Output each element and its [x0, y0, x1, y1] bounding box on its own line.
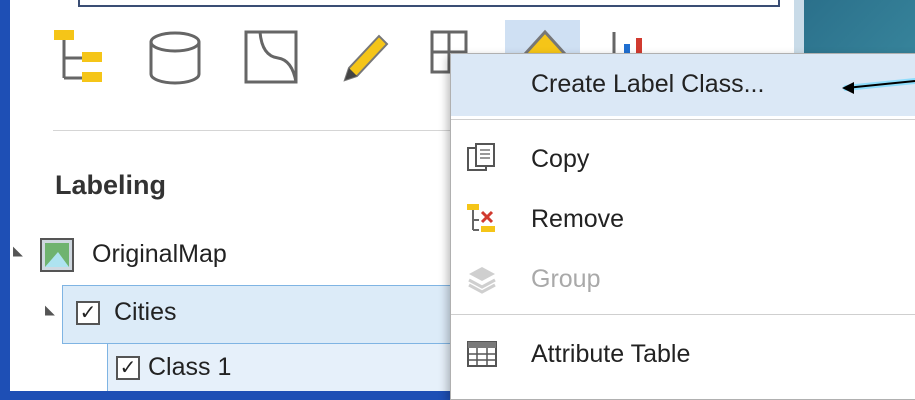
search-box[interactable]: [78, 0, 780, 7]
tree-item-layer: ✓ Cities: [76, 298, 177, 327]
labeling-title: Labeling: [55, 170, 167, 200]
menu-item-copy[interactable]: Copy: [451, 134, 915, 184]
layer-checkbox[interactable]: ✓: [76, 300, 100, 325]
tree-item-label-class: ✓ Class 1: [116, 353, 231, 382]
map-icon[interactable]: [242, 28, 302, 88]
context-menu: Create Label Class... Copy Remove Group: [450, 53, 915, 400]
layer-tree-icon[interactable]: [52, 28, 112, 88]
menu-item-group[interactable]: Group: [451, 254, 915, 304]
annotation-arrow-icon: [842, 78, 915, 94]
pencil-icon[interactable]: [335, 28, 395, 88]
remove-layer-icon: [467, 204, 495, 232]
copy-icon: [467, 143, 495, 171]
map-name: OriginalMap: [92, 240, 227, 268]
menu-separator: [451, 314, 915, 315]
tree-item-map[interactable]: OriginalMap: [92, 240, 227, 269]
menu-separator: [451, 119, 915, 120]
map-frame-icon: [40, 238, 74, 272]
database-icon[interactable]: [145, 28, 205, 88]
label-class-checkbox[interactable]: ✓: [116, 355, 140, 380]
table-icon: [467, 341, 497, 367]
group-layers-icon: [468, 267, 496, 294]
expand-map-toggle[interactable]: [10, 246, 23, 262]
expand-layer-toggle[interactable]: [40, 305, 55, 321]
menu-item-attribute-table[interactable]: Attribute Table: [451, 329, 915, 379]
label-class-name: Class 1: [148, 353, 232, 381]
menu-item-remove[interactable]: Remove: [451, 194, 915, 244]
layer-name: Cities: [114, 298, 177, 326]
